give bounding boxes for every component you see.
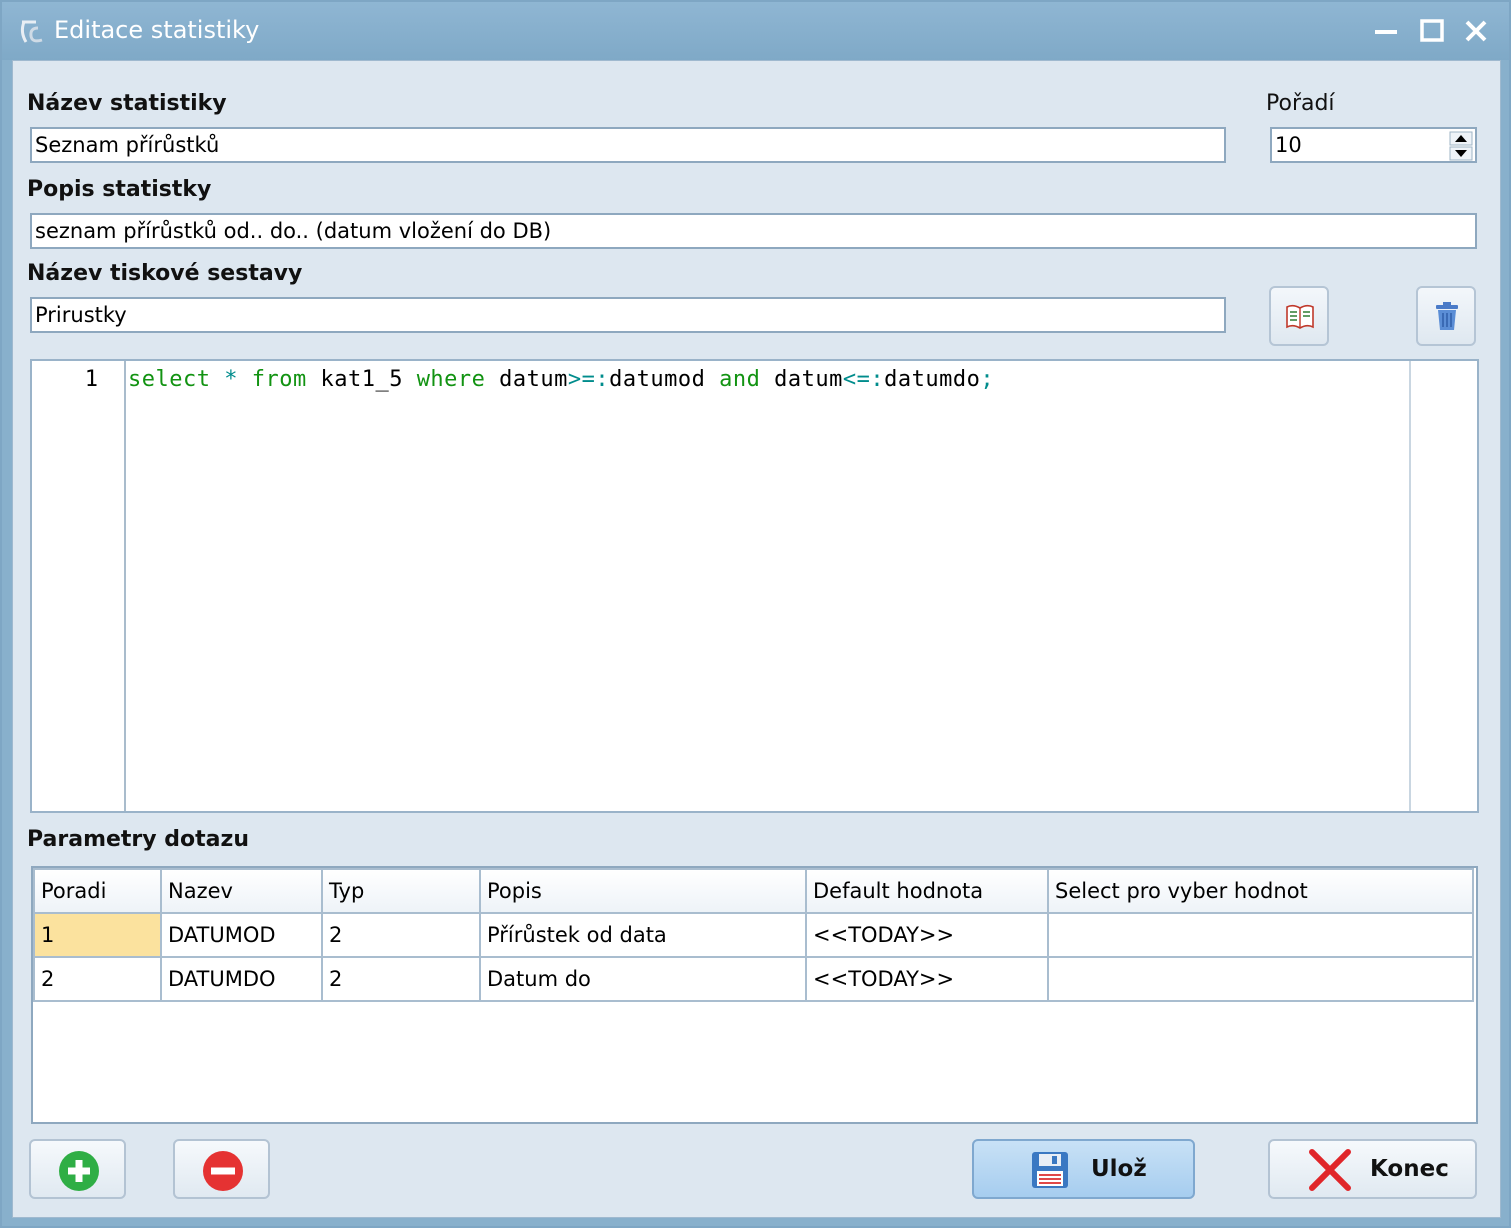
maximize-icon[interactable] [1415, 14, 1449, 48]
save-button[interactable]: Ulož [972, 1139, 1195, 1199]
line-number-gutter: 1 [32, 361, 126, 811]
column-header-select[interactable]: Select pro vyber hodnot [1047, 868, 1474, 914]
column-header-popis[interactable]: Popis [479, 868, 807, 914]
close-button[interactable]: Konec [1268, 1139, 1477, 1199]
minimize-icon[interactable] [1369, 14, 1403, 48]
sql-code-line[interactable]: select * from kat1_5 where datum>=:datum… [128, 367, 994, 392]
column-header-poradi[interactable]: Poradi [33, 868, 162, 914]
sql-identifier: datum [485, 367, 568, 392]
cell-popis[interactable]: Datum do [479, 956, 807, 1002]
add-parameter-button[interactable] [29, 1139, 126, 1199]
parameters-table: Poradi Nazev Typ Popis Default hodnota S… [33, 868, 1474, 1002]
editor-vertical-scrollbar[interactable] [1409, 361, 1477, 811]
remove-parameter-button[interactable] [173, 1139, 270, 1199]
table-row[interactable]: 1 DATUMOD 2 Přírůstek od data <<TODAY>> [33, 912, 1474, 958]
spin-buttons[interactable] [1449, 131, 1473, 161]
description-input[interactable]: seznam přírůstků od.. do.. (datum vložen… [30, 213, 1477, 249]
cell-select[interactable] [1047, 912, 1474, 958]
sql-identifier: kat1_5 [306, 367, 417, 392]
cell-default[interactable]: <<TODAY>> [805, 956, 1049, 1002]
cell-nazev[interactable]: DATUMOD [160, 912, 323, 958]
column-header-typ[interactable]: Typ [321, 868, 481, 914]
title-bar[interactable]: Editace statistiky [2, 2, 1509, 60]
sql-editor[interactable]: 1 select * from kat1_5 where datum>=:dat… [30, 359, 1479, 813]
line-number: 1 [84, 367, 98, 392]
cell-default[interactable]: <<TODAY>> [805, 912, 1049, 958]
dialog-body: Název statistiky Seznam přírůstků Pořadí… [12, 60, 1501, 1218]
window-title: Editace statistiky [54, 16, 260, 44]
cell-popis[interactable]: Přírůstek od data [479, 912, 807, 958]
cell-poradi[interactable]: 1 [33, 912, 162, 958]
sql-identifier: datum [760, 367, 843, 392]
floppy-disk-icon [1032, 1152, 1068, 1188]
app-logo-icon [20, 20, 43, 43]
statistic-name-label: Název statistiky [27, 91, 227, 116]
report-name-input[interactable]: Prirustky [30, 297, 1226, 333]
query-parameters-label: Parametry dotazu [27, 827, 249, 852]
cell-poradi[interactable]: 2 [33, 956, 162, 1002]
order-label: Pořadí [1266, 91, 1335, 116]
order-spin-input[interactable]: 10 [1270, 127, 1477, 163]
add-icon [59, 1151, 99, 1191]
column-header-default-hodnota[interactable]: Default hodnota [805, 868, 1049, 914]
column-header-nazev[interactable]: Nazev [160, 868, 323, 914]
report-designer-icon [1286, 304, 1314, 329]
cell-typ[interactable]: 2 [321, 956, 481, 1002]
table-header-row: Poradi Nazev Typ Popis Default hodnota S… [33, 868, 1474, 914]
sql-operator: >=: [567, 367, 610, 392]
sql-keyword: where [416, 367, 486, 392]
sql-identifier: datumod [609, 367, 720, 392]
parameters-grid[interactable]: Poradi Nazev Typ Popis Default hodnota S… [31, 866, 1478, 1124]
description-label: Popis statistky [27, 177, 212, 202]
table-row[interactable]: 2 DATUMDO 2 Datum do <<TODAY>> [33, 956, 1474, 1002]
order-value: 10 [1275, 133, 1302, 157]
trash-icon [1436, 302, 1458, 330]
close-icon[interactable] [1459, 14, 1493, 48]
sql-space [238, 367, 252, 392]
save-button-label: Ulož [1091, 1156, 1147, 1182]
delete-report-button[interactable] [1416, 286, 1476, 346]
sql-keyword: and [719, 367, 761, 392]
statistic-name-input[interactable]: Seznam přírůstků [30, 127, 1226, 163]
report-designer-button[interactable] [1269, 286, 1329, 346]
close-button-label: Konec [1370, 1156, 1449, 1182]
cell-typ[interactable]: 2 [321, 912, 481, 958]
sql-identifier: datumdo [884, 367, 981, 392]
sql-operator: * [224, 367, 238, 392]
dialog-window: Editace statistiky Název statistiky Sezn… [0, 0, 1511, 1228]
report-name-label: Název tiskové sestavy [27, 261, 303, 286]
cell-nazev[interactable]: DATUMDO [160, 956, 323, 1002]
sql-operator: <=: [842, 367, 885, 392]
remove-icon [203, 1151, 243, 1191]
sql-space [210, 367, 224, 392]
sql-keyword: select [128, 367, 211, 392]
sql-keyword: from [251, 367, 307, 392]
cell-select[interactable] [1047, 956, 1474, 1002]
red-x-icon [1309, 1149, 1351, 1191]
sql-operator: ; [980, 367, 995, 392]
